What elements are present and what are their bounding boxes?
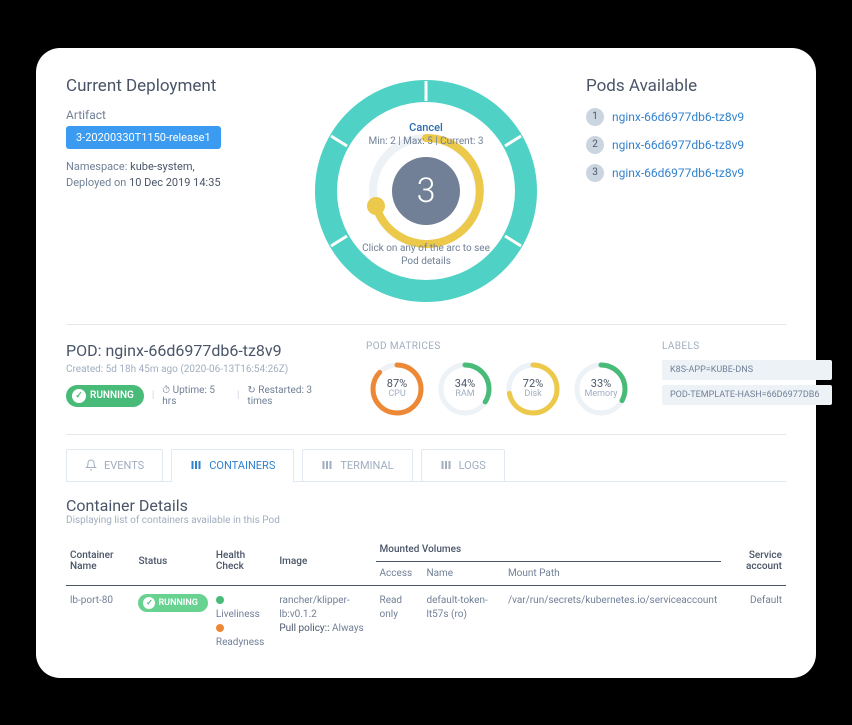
- label-chip[interactable]: POD-TEMPLATE-HASH=66D6977DB6: [662, 385, 832, 405]
- labels-panel: LABELS K8S-APP=KUBE-DNS POD-TEMPLATE-HAS…: [662, 341, 832, 418]
- th-status: Status: [134, 538, 211, 586]
- dial-panel: Cancel Min: 2 | Max: 5 | Current: 3 3 Cl…: [286, 76, 566, 306]
- pod-info: POD: nginx-66d6977db6-tz8v9 Created: 5d …: [66, 341, 336, 418]
- th-svc: Service account: [721, 538, 786, 586]
- cancel-link[interactable]: Cancel: [409, 121, 443, 134]
- label-chip[interactable]: K8S-APP=KUBE-DNS: [662, 360, 832, 380]
- containers-table: Container Name Status Health Check Image…: [66, 538, 786, 658]
- uptime: ⏱ Uptime: 5 hrs: [162, 385, 229, 407]
- cell-mountpath: /var/run/secrets/kubernetes.io/serviceac…: [504, 585, 721, 658]
- th-image: Image: [275, 538, 375, 586]
- tab-containers[interactable]: CONTAINERS: [171, 449, 294, 482]
- replica-dial[interactable]: Cancel Min: 2 | Max: 5 | Current: 3 3 Cl…: [311, 76, 541, 306]
- pod-section: POD: nginx-66d6977db6-tz8v9 Created: 5d …: [66, 325, 786, 435]
- metrics-title: POD MATRICES: [366, 341, 632, 352]
- columns-icon: [440, 459, 452, 471]
- th-name: Container Name: [66, 538, 134, 586]
- tab-events[interactable]: EVENTS: [66, 449, 163, 482]
- dot-orange-icon: [216, 624, 224, 632]
- deployed-line: Deployed on 10 Dec 2019 14:35: [66, 175, 266, 192]
- labels-title: LABELS: [662, 341, 832, 352]
- metrics-row: 87%CPU 34%RAM 72%Disk 33%Memory: [366, 360, 632, 418]
- tab-logs[interactable]: LOGS: [421, 449, 505, 482]
- cell-volname: default-token-lt57s (ro): [422, 585, 503, 658]
- tab-terminal[interactable]: TERMINAL: [302, 449, 412, 482]
- container-details: Container Details Displaying list of con…: [66, 482, 786, 658]
- cell-status: ✓RUNNING: [134, 585, 211, 658]
- metric-memory: 33%Memory: [570, 360, 632, 418]
- artifact-label: Artifact: [66, 108, 266, 122]
- dial-stats: Min: 2 | Max: 5 | Current: 3: [369, 136, 484, 147]
- pod-status-row: ✓RUNNING | ⏱ Uptime: 5 hrs | ↻ Restarted…: [66, 385, 336, 407]
- deployment-panel: Current Deployment Artifact 3-20200330T1…: [66, 76, 266, 306]
- columns-icon: [321, 459, 333, 471]
- tabs: EVENTS CONTAINERS TERMINAL LOGS: [66, 449, 786, 482]
- artifact-chip[interactable]: 3-20200330T1150-release1: [66, 126, 221, 149]
- details-sub: Displaying list of containers available …: [66, 515, 786, 526]
- pod-item[interactable]: 2nginx-66d6977db6-tz8v9: [586, 136, 786, 154]
- metric-cpu: 87%CPU: [366, 360, 428, 418]
- dot-green-icon: [216, 596, 224, 604]
- columns-icon: [190, 459, 202, 471]
- cell-svc: Default: [721, 585, 786, 658]
- metric-disk: 72%Disk: [502, 360, 564, 418]
- dashboard-card: Current Deployment Artifact 3-20200330T1…: [36, 48, 816, 678]
- table-row: lb-port-80 ✓RUNNING Liveliness Readyness…: [66, 585, 786, 658]
- check-icon: ✓: [72, 389, 86, 403]
- restarted: ↻ Restarted: 3 times: [247, 385, 336, 407]
- cell-health: Liveliness Readyness: [212, 585, 275, 658]
- th-access: Access: [376, 561, 423, 585]
- cell-access: Read only: [376, 585, 423, 658]
- deployment-title: Current Deployment: [66, 76, 266, 96]
- pods-panel: Pods Available 1nginx-66d6977db6-tz8v9 2…: [586, 76, 786, 306]
- th-volname: Name: [422, 561, 503, 585]
- top-section: Current Deployment Artifact 3-20200330T1…: [66, 76, 786, 325]
- cell-name: lb-port-80: [66, 585, 134, 658]
- pod-item[interactable]: 3nginx-66d6977db6-tz8v9: [586, 164, 786, 182]
- pods-list: 1nginx-66d6977db6-tz8v9 2nginx-66d6977db…: [586, 108, 786, 182]
- pod-name: POD: nginx-66d6977db6-tz8v9: [66, 341, 336, 360]
- dial-hint: Click on any of the arc to see Pod detai…: [356, 242, 496, 268]
- pods-title: Pods Available: [586, 76, 786, 96]
- status-badge: ✓RUNNING: [66, 385, 144, 407]
- th-mountpath: Mount Path: [504, 561, 721, 585]
- pod-index: 2: [586, 136, 604, 154]
- metrics-panel: POD MATRICES 87%CPU 34%RAM 72%Disk 33%Me…: [366, 341, 632, 418]
- metric-ram: 34%RAM: [434, 360, 496, 418]
- th-health: Health Check: [212, 538, 275, 586]
- bell-icon: [85, 459, 97, 471]
- namespace-line: Namespace: kube-system,: [66, 159, 266, 176]
- status-badge: ✓RUNNING: [138, 594, 207, 613]
- pod-index: 3: [586, 164, 604, 182]
- cell-image: rancher/klipper-lb:v0.1.2 Pull policy:: …: [275, 585, 375, 658]
- pod-index: 1: [586, 108, 604, 126]
- pod-item[interactable]: 1nginx-66d6977db6-tz8v9: [586, 108, 786, 126]
- dial-count: 3: [392, 157, 460, 225]
- details-title: Container Details: [66, 496, 786, 515]
- check-icon: ✓: [143, 597, 155, 609]
- pod-created: Created: 5d 18h 45m ago (2020-06-13T16:5…: [66, 364, 336, 375]
- th-mounted: Mounted Volumes: [376, 538, 722, 562]
